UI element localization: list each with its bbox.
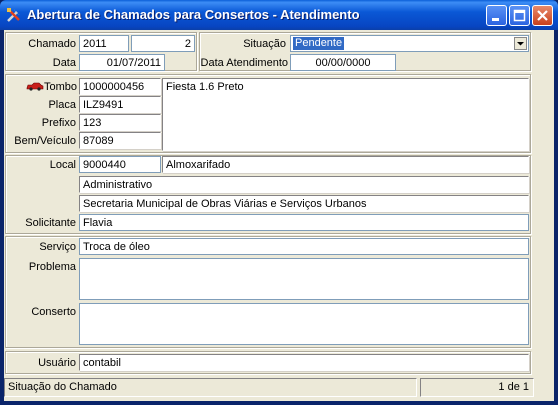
title-bar[interactable]: Abertura de Chamados para Consertos - At… (0, 0, 558, 30)
placa-label: Placa (48, 99, 76, 111)
window-title: Abertura de Chamados para Consertos - At… (27, 7, 360, 22)
conserto-textarea[interactable] (79, 303, 529, 345)
usuario-field: contabil (79, 354, 529, 371)
tombo-label: Tombo (44, 81, 78, 93)
app-window: Abertura de Chamados para Consertos - At… (0, 0, 558, 405)
local-linha2-field: Administrativo (79, 176, 529, 193)
prefixo-field: 123 (79, 114, 161, 131)
data-field[interactable]: 01/07/2011 (79, 54, 165, 71)
tools-icon (6, 7, 22, 23)
status-text: Situação do Chamado (4, 378, 417, 397)
minimize-icon (492, 18, 499, 21)
bem-veiculo-field: 87089 (79, 132, 161, 149)
servico-field[interactable]: Troca de óleo (79, 238, 529, 255)
local-name-field: Almoxarifado (162, 156, 529, 173)
record-counter: 1 de 1 (420, 378, 534, 397)
chamado-label: Chamado (28, 38, 76, 50)
local-label: Local (49, 159, 76, 171)
conserto-label: Conserto (31, 306, 76, 318)
maximize-button[interactable] (509, 5, 530, 26)
close-icon (537, 10, 548, 21)
problema-label: Problema (28, 261, 76, 273)
problema-textarea[interactable] (79, 258, 529, 300)
veiculo-descricao: Fiesta 1.6 Preto (162, 78, 529, 151)
form-client-area: Chamado 2011 2 Data 01/07/2011 Situação … (4, 30, 554, 401)
solicitante-field[interactable]: Flavia (79, 214, 529, 231)
situacao-selected-value: Pendente (293, 37, 345, 50)
situacao-dropdown-button[interactable] (514, 37, 527, 50)
tombo-field[interactable]: 1000000456 (79, 78, 161, 95)
situacao-label: Situação (243, 38, 286, 50)
servico-label: Serviço (39, 241, 76, 253)
chamado-ano-field[interactable]: 2011 (79, 35, 129, 52)
close-button[interactable] (532, 5, 553, 26)
data-atendimento-field[interactable]: 00/00/0000 (290, 54, 396, 71)
minimize-button[interactable] (486, 5, 507, 26)
situacao-select[interactable]: Pendente (290, 35, 529, 52)
data-atendimento-label: Data Atendimento (200, 57, 288, 69)
solicitante-label: Solicitante (25, 217, 76, 229)
data-label: Data (52, 57, 76, 69)
car-icon (26, 82, 44, 94)
local-linha3-field: Secretaria Municipal de Obras Viárias e … (79, 195, 529, 212)
maximize-icon (513, 9, 526, 22)
prefixo-label: Prefixo (41, 117, 76, 129)
bem-veiculo-label: Bem/Veículo (14, 135, 76, 147)
usuario-label: Usuário (38, 357, 76, 369)
placa-field: ILZ9491 (79, 96, 161, 113)
chamado-numero-field[interactable]: 2 (131, 35, 195, 52)
chevron-down-icon (517, 42, 524, 46)
local-code-field[interactable]: 9000440 (79, 156, 161, 173)
